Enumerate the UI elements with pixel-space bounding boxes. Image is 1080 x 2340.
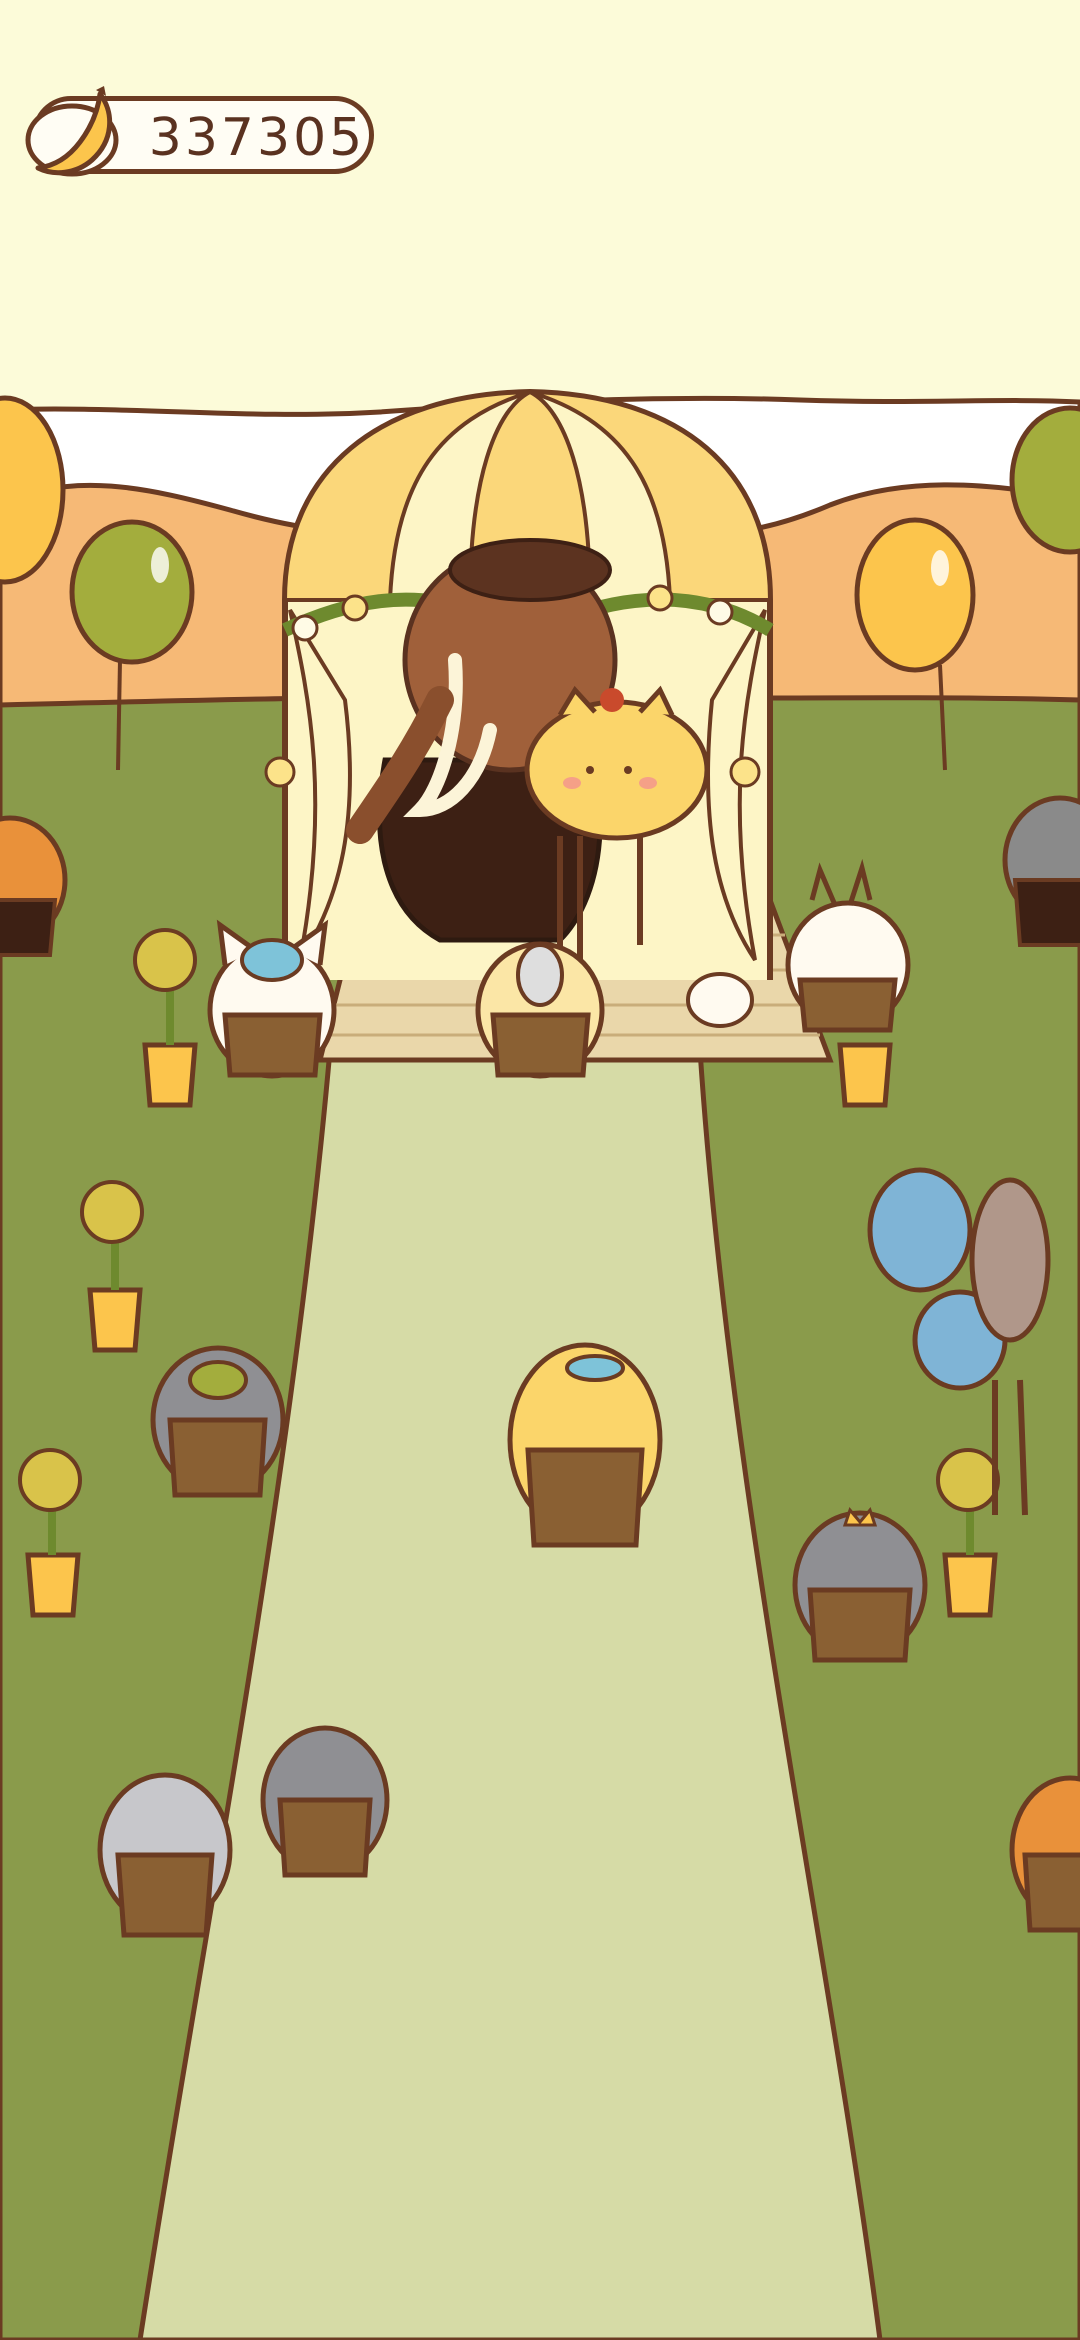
game-screen[interactable]: 337305 <box>0 0 1080 2340</box>
cat-guest-butterfly-hat[interactable] <box>207 919 337 1079</box>
currency-value: 337305 <box>148 108 366 168</box>
small-dog[interactable] <box>686 972 754 1028</box>
wedding-scene <box>0 0 1080 2340</box>
currency-counter[interactable]: 337305 <box>32 96 374 174</box>
cat-guest-crown[interactable] <box>792 1506 928 1663</box>
cat-officiant[interactable] <box>475 941 605 1079</box>
cat-guest-goggles[interactable] <box>507 1342 663 1548</box>
cat-guest-frog-hat[interactable] <box>150 1345 286 1498</box>
potted-plant <box>837 1042 893 1108</box>
cat-guest-bunny-ears[interactable] <box>260 1725 390 1878</box>
